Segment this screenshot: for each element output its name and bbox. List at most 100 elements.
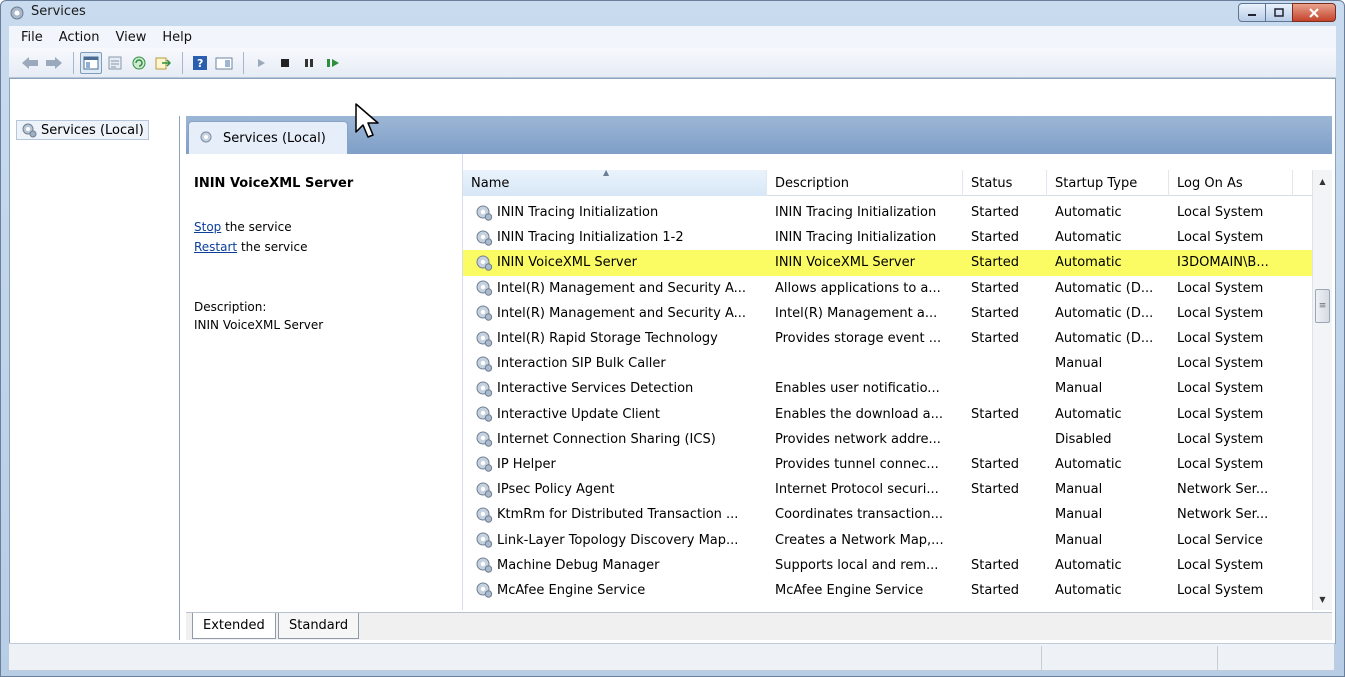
service-gear-icon (476, 482, 493, 498)
column-label: Name (471, 175, 510, 191)
cell-log-on-as: Local System (1177, 431, 1264, 447)
restart-service-text: the service (237, 240, 308, 254)
export-list-button[interactable] (152, 52, 174, 74)
maximize-icon (1274, 8, 1284, 17)
pause-service-button[interactable] (298, 52, 320, 74)
stop-service-text: the service (221, 220, 292, 234)
help-icon: ? (193, 55, 207, 70)
menu-view[interactable]: View (107, 30, 154, 45)
table-row[interactable]: Internet Connection Sharing (ICS) Provide… (463, 427, 1313, 452)
start-service-button[interactable] (250, 52, 272, 74)
cell-startup-type: Automatic (1055, 205, 1122, 221)
table-row[interactable]: Intel(R) Rapid Storage Technology Provide… (463, 326, 1313, 351)
close-button[interactable] (1292, 3, 1336, 22)
sort-ascending-icon: ▲ (603, 168, 610, 177)
stop-service-link[interactable]: Stop (194, 220, 221, 234)
table-row[interactable]: Machine Debug Manager Supports local and … (463, 553, 1313, 578)
restart-service-button[interactable] (322, 52, 344, 74)
cell-description: ININ Tracing Initialization (775, 230, 937, 246)
scroll-thumb[interactable]: ≡ (1315, 289, 1330, 323)
table-row[interactable]: Interactive Update Client Enables the dow… (463, 402, 1313, 427)
cell-name: Machine Debug Manager (463, 556, 767, 574)
table-row[interactable]: Link-Layer Topology Discovery Map... Crea… (463, 527, 1313, 552)
table-row[interactable]: KtmRm for Distributed Transaction ... Coo… (463, 502, 1313, 527)
maximize-button[interactable] (1265, 3, 1293, 22)
stop-service-button[interactable] (274, 52, 296, 74)
cell-description: Intel(R) Management a... (775, 305, 938, 321)
console-tree: Services (Local) (12, 116, 180, 640)
scroll-up-button[interactable]: ▲ (1313, 172, 1332, 190)
title-bar[interactable]: Services (1, 1, 1344, 25)
extended-description-pane: ININ VoiceXML Server Stop the service Re… (186, 154, 462, 610)
table-row[interactable]: Intel(R) Management and Security A... All… (463, 276, 1313, 301)
show-hide-action-pane-button[interactable] (213, 52, 235, 74)
column-header-log-on-as[interactable]: Log On As (1169, 170, 1293, 196)
table-row[interactable]: IPsec Policy Agent Internet Protocol secu… (463, 477, 1313, 502)
restart-service-link[interactable]: Restart (194, 240, 237, 254)
cell-startup-type: Automatic (1055, 255, 1122, 271)
table-row[interactable]: Interactive Services Detection Enables us… (463, 376, 1313, 401)
service-name: Intel(R) Management and Security A... (497, 305, 747, 321)
service-gear-icon (476, 230, 493, 246)
mouse-cursor-icon (355, 103, 379, 138)
vertical-scrollbar[interactable]: ▲ ≡ ▼ (1312, 170, 1332, 610)
table-row[interactable]: ININ VoiceXML Server ININ VoiceXML Server… (463, 250, 1313, 276)
cell-name: IP Helper (463, 455, 767, 473)
cell-startup-type: Automatic (1055, 456, 1122, 472)
column-label: Startup Type (1055, 175, 1138, 191)
table-row[interactable]: Interaction SIP Bulk Caller Manual Local S… (463, 351, 1313, 376)
service-gear-icon (476, 406, 493, 422)
tab-extended[interactable]: Extended (192, 613, 276, 639)
service-name: ININ Tracing Initialization 1-2 (497, 230, 684, 246)
column-header-description[interactable]: Description (767, 170, 963, 196)
column-header-name[interactable]: ▲ Name (463, 168, 767, 196)
status-divider (1041, 646, 1042, 670)
tree-item-services-local[interactable]: Services (Local) (16, 120, 149, 140)
table-row[interactable]: ININ Tracing Initialization 1-2 ININ Trac… (463, 225, 1313, 250)
table-row[interactable]: IP Helper Provides tunnel connec... Starte… (463, 452, 1313, 477)
cell-description: Enables the download a... (775, 406, 944, 422)
cell-log-on-as: Network Ser... (1177, 482, 1269, 498)
cell-description: Allows applications to a... (775, 280, 941, 296)
scroll-down-button[interactable]: ▼ (1313, 590, 1332, 608)
status-divider (1217, 646, 1218, 670)
cell-startup-type: Automatic (1055, 557, 1122, 573)
cell-name: Interactive Services Detection (463, 380, 767, 398)
menu-bar: File Action View Help (9, 26, 1336, 48)
table-row[interactable]: Intel(R) Management and Security A... Int… (463, 301, 1313, 326)
help-button[interactable]: ? (189, 52, 211, 74)
show-hide-console-tree-button[interactable] (80, 51, 102, 74)
services-list: ▲ Name Description Status Startup Type L… (462, 154, 1332, 610)
column-header-status[interactable]: Status (963, 170, 1047, 196)
cell-name: KtmRm for Distributed Transaction ... (463, 506, 767, 524)
menu-action[interactable]: Action (51, 30, 108, 45)
cell-startup-type: Manual (1055, 507, 1103, 523)
service-name: Interactive Services Detection (497, 381, 694, 397)
service-name: KtmRm for Distributed Transaction ... (497, 507, 739, 523)
service-gear-icon (476, 431, 493, 447)
minimize-button[interactable] (1238, 3, 1266, 22)
stop-icon (281, 58, 289, 67)
column-header-startup-type[interactable]: Startup Type (1047, 170, 1169, 196)
refresh-button[interactable] (128, 52, 150, 74)
service-gear-icon (476, 532, 493, 548)
back-button[interactable] (19, 52, 41, 74)
cell-status: Started (971, 205, 1020, 221)
service-name: Intel(R) Rapid Storage Technology (497, 331, 718, 347)
forward-button[interactable] (43, 52, 65, 74)
cell-status: Started (971, 406, 1020, 422)
tree-item-label: Services (Local) (41, 122, 144, 138)
menu-help[interactable]: Help (154, 30, 200, 45)
cell-log-on-as: Local System (1177, 381, 1264, 397)
cell-status: Started (971, 280, 1020, 296)
properties-icon (108, 56, 122, 69)
console-tree-icon (83, 56, 99, 69)
cell-startup-type: Automatic (1055, 582, 1122, 598)
table-row[interactable]: McAfee Engine Service McAfee Engine Servi… (463, 578, 1313, 603)
tab-standard[interactable]: Standard (278, 613, 360, 639)
menu-file[interactable]: File (13, 30, 51, 45)
selected-service-title: ININ VoiceXML Server (194, 176, 354, 191)
back-arrow-icon (22, 56, 38, 69)
table-row[interactable]: ININ Tracing Initialization ININ Tracing … (463, 200, 1313, 225)
properties-button[interactable] (104, 52, 126, 74)
